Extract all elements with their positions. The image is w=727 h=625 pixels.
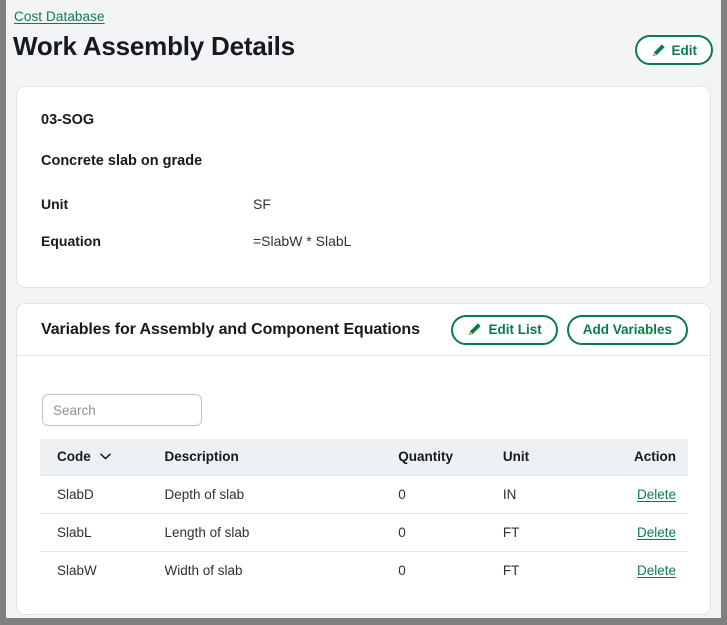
table-row: SlabD Depth of slab 0 IN Delete: [40, 474, 688, 513]
cell-code: SlabL: [40, 512, 165, 551]
cell-code: SlabD: [40, 474, 165, 513]
pencil-icon: [652, 43, 665, 56]
cell-unit: IN: [502, 474, 621, 513]
cell-action: Delete: [620, 512, 688, 551]
delete-link[interactable]: Delete: [637, 563, 676, 578]
cell-description: Depth of slab: [164, 474, 399, 513]
cell-description: Width of slab: [164, 550, 399, 589]
cell-quantity: 0: [398, 474, 503, 513]
field-unit-value: SF: [253, 196, 271, 212]
assembly-code: 03-SOG: [41, 112, 95, 128]
variables-table: Code Description Quantity Unit Action Sl: [40, 439, 688, 589]
field-equation-label: Equation: [41, 233, 101, 249]
column-header-description[interactable]: Description: [164, 439, 399, 475]
column-header-code-label: Code: [57, 449, 91, 465]
edit-list-button-label: Edit List: [488, 322, 542, 337]
edit-list-button[interactable]: Edit List: [451, 314, 558, 345]
variables-card: Variables for Assembly and Component Equ…: [16, 303, 711, 615]
page-viewport: Cost Database Work Assembly Details Edit…: [6, 0, 721, 618]
cell-quantity: 0: [398, 512, 503, 551]
cell-action: Delete: [620, 550, 688, 589]
add-variables-button[interactable]: Add Variables: [566, 314, 688, 345]
variables-card-title: Variables for Assembly and Component Equ…: [41, 320, 420, 338]
variables-table-body: SlabD Depth of slab 0 IN Delete SlabL Le…: [40, 474, 688, 589]
table-header-row: Code Description Quantity Unit Action: [40, 439, 688, 475]
cell-unit: FT: [502, 512, 621, 551]
column-header-code[interactable]: Code: [40, 439, 165, 475]
edit-button-label: Edit: [671, 42, 698, 58]
search-input[interactable]: [42, 394, 202, 426]
column-header-action: Action: [620, 439, 688, 475]
assembly-details-card: 03-SOG Concrete slab on grade Unit SF Eq…: [16, 86, 711, 288]
table-row: SlabL Length of slab 0 FT Delete: [40, 512, 688, 551]
variables-card-header: Variables for Assembly and Component Equ…: [17, 304, 710, 356]
column-header-quantity[interactable]: Quantity: [398, 439, 503, 475]
window-frame: Cost Database Work Assembly Details Edit…: [0, 0, 727, 625]
variables-card-actions: Edit List Add Variables: [451, 314, 688, 345]
variables-table-head: Code Description Quantity Unit Action: [40, 439, 688, 475]
delete-link[interactable]: Delete: [637, 525, 676, 540]
chevron-down-icon: [99, 453, 111, 460]
field-equation-value: =SlabW * SlabL: [253, 233, 352, 249]
cell-action: Delete: [620, 474, 688, 513]
cell-description: Length of slab: [164, 512, 399, 551]
column-header-unit[interactable]: Unit: [502, 439, 621, 475]
add-variables-button-label: Add Variables: [582, 322, 672, 337]
table-row: SlabW Width of slab 0 FT Delete: [40, 550, 688, 589]
assembly-description: Concrete slab on grade: [41, 153, 203, 169]
pencil-icon: [469, 323, 482, 335]
edit-button[interactable]: Edit: [634, 35, 713, 65]
cell-code: SlabW: [40, 550, 165, 589]
cell-quantity: 0: [398, 550, 503, 589]
delete-link[interactable]: Delete: [637, 487, 676, 502]
field-unit-label: Unit: [41, 196, 69, 212]
page-title: Work Assembly Details: [13, 31, 295, 61]
cell-unit: FT: [502, 550, 621, 589]
breadcrumb-cost-database[interactable]: Cost Database: [14, 9, 105, 24]
